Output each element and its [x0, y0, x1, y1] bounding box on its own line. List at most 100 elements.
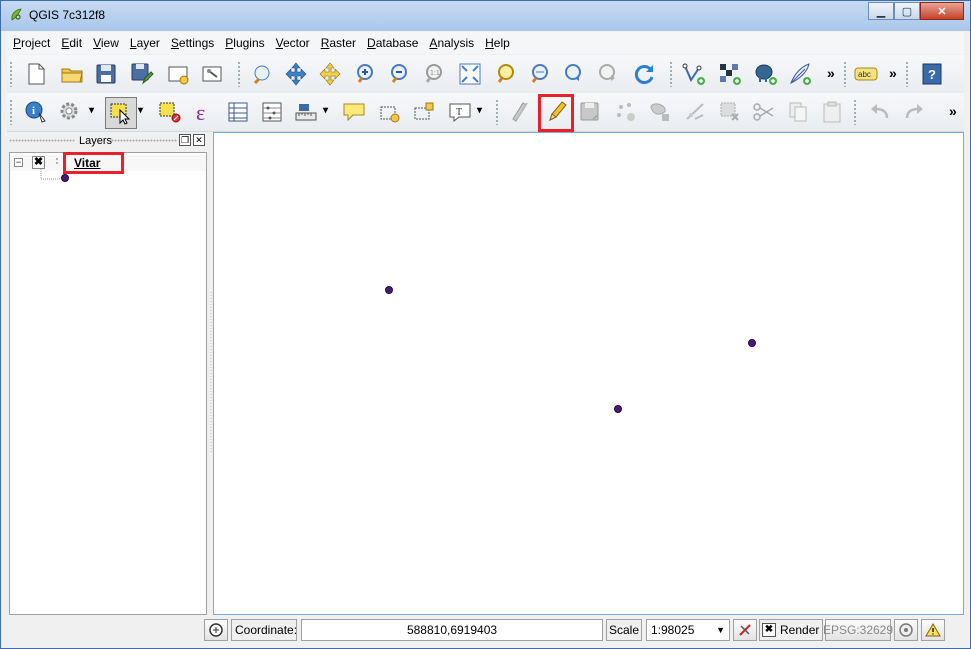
chevron-down-icon[interactable]: ▾	[89, 105, 94, 116]
run-feature-action-button[interactable]	[55, 97, 85, 127]
zoom-next-button[interactable]	[593, 59, 623, 89]
panel-grip[interactable]	[9, 139, 75, 142]
paste-features-button[interactable]	[817, 97, 847, 127]
window-controls: ▁ ▢ ✕	[868, 2, 964, 20]
new-project-button[interactable]	[21, 59, 51, 89]
menu-view[interactable]: View	[88, 36, 124, 50]
menu-edit[interactable]: Edit	[56, 36, 87, 50]
toggle-extents-button[interactable]	[204, 619, 228, 641]
move-feature-button[interactable]	[645, 97, 675, 127]
minimize-button[interactable]: ▁	[868, 2, 894, 20]
menu-help[interactable]: Help	[480, 36, 515, 50]
text-annotation-button[interactable]: T	[445, 97, 475, 127]
toolbar-overflow-chevron[interactable]: »	[889, 65, 897, 81]
menu-layer[interactable]: Layer	[125, 36, 165, 50]
add-vector-layer-button[interactable]	[679, 59, 709, 89]
open-attribute-table-button[interactable]	[223, 97, 253, 127]
pan-map-button[interactable]	[247, 59, 277, 89]
toolbar-grip[interactable]	[669, 61, 673, 87]
toolbar-grip[interactable]	[9, 61, 13, 87]
map-point-feature[interactable]	[747, 339, 756, 348]
menu-database[interactable]: Database	[362, 36, 423, 50]
node-tool-button[interactable]	[681, 97, 711, 127]
copy-features-button[interactable]	[783, 97, 813, 127]
map-point-feature[interactable]	[384, 286, 393, 295]
zoom-to-layer-button[interactable]	[525, 59, 555, 89]
select-by-expression-button[interactable]: ε	[189, 97, 219, 127]
coordinate-field[interactable]: 588810,6919403	[301, 619, 603, 641]
add-raster-layer-button[interactable]	[715, 59, 745, 89]
composer-manager-button[interactable]	[197, 59, 227, 89]
toolbar-grip[interactable]	[495, 99, 499, 125]
save-project-button[interactable]	[91, 59, 121, 89]
pan-map-to-selection-button[interactable]	[315, 59, 345, 89]
add-postgis-layer-button[interactable]	[751, 59, 781, 89]
chevron-down-icon[interactable]: ▼	[716, 625, 725, 635]
pan-to-selection-button[interactable]	[281, 59, 311, 89]
map-tips-button[interactable]	[339, 97, 369, 127]
collapse-toggle[interactable]: −	[14, 158, 23, 167]
toolbar-overflow-chevron[interactable]: »	[827, 65, 835, 81]
float-panel-button[interactable]: ❐	[179, 134, 191, 146]
cut-features-button[interactable]	[749, 97, 779, 127]
undo-button[interactable]	[865, 97, 895, 127]
qgis-logo-icon	[11, 8, 22, 21]
toolbar-grip[interactable]	[905, 61, 909, 87]
redo-button[interactable]	[899, 97, 929, 127]
save-layer-edits-button[interactable]	[575, 97, 605, 127]
maximize-button[interactable]: ▢	[894, 2, 920, 20]
render-toggle[interactable]: ✖ Render	[759, 619, 823, 641]
chevron-down-icon[interactable]: ▾	[138, 105, 143, 116]
identify-features-button[interactable]: i	[21, 97, 51, 127]
layer-visibility-checkbox[interactable]: ✖	[32, 156, 45, 169]
add-spatialite-layer-button[interactable]	[785, 59, 815, 89]
messages-button[interactable]	[921, 619, 945, 641]
map-point-feature[interactable]	[613, 405, 622, 414]
close-window-button[interactable]: ✕	[920, 2, 964, 20]
label-tool-button[interactable]: abc	[851, 59, 881, 89]
toolbar-grip[interactable]	[237, 61, 241, 87]
rotation-lock-button[interactable]	[733, 619, 757, 641]
menu-raster[interactable]: Raster	[316, 36, 361, 50]
layers-tree[interactable]: − ✖ Vitar	[9, 152, 207, 615]
render-checkbox[interactable]: ✖	[762, 623, 776, 637]
close-panel-button[interactable]: ✕	[193, 134, 205, 146]
toolbar-grip[interactable]	[9, 99, 13, 125]
new-bookmark-button[interactable]	[375, 97, 405, 127]
open-project-button[interactable]	[57, 59, 87, 89]
scale-combobox[interactable]: 1:98025 ▼	[646, 619, 730, 641]
new-print-composer-button[interactable]	[163, 59, 193, 89]
toolbar-grip[interactable]	[843, 61, 847, 87]
add-feature-button[interactable]	[611, 97, 641, 127]
help-button[interactable]: ?	[917, 59, 947, 89]
show-bookmarks-button[interactable]	[409, 97, 439, 127]
text-annotation-icon: T	[449, 103, 471, 123]
select-features-button[interactable]	[105, 97, 137, 129]
menu-project[interactable]: Project	[8, 36, 55, 50]
panel-grip[interactable]	[111, 139, 177, 142]
current-edits-button[interactable]	[505, 97, 535, 127]
toolbar-overflow-chevron[interactable]: »	[949, 103, 957, 119]
chevron-down-icon[interactable]: ▾	[477, 105, 482, 116]
crs-button[interactable]: EPSG:32629	[823, 619, 893, 641]
chevron-down-icon[interactable]: ▾	[323, 105, 328, 116]
zoom-last-button[interactable]	[559, 59, 589, 89]
map-canvas[interactable]	[213, 132, 964, 615]
menu-plugins[interactable]: Plugins	[220, 36, 269, 50]
zoom-out-button[interactable]	[385, 59, 415, 89]
menu-vector[interactable]: Vector	[271, 36, 315, 50]
menu-settings[interactable]: Settings	[166, 36, 219, 50]
delete-selected-button[interactable]	[715, 97, 745, 127]
zoom-in-button[interactable]	[351, 59, 381, 89]
field-calculator-button[interactable]	[257, 97, 287, 127]
zoom-full-button[interactable]	[455, 59, 485, 89]
menu-analysis[interactable]: Analysis	[424, 36, 479, 50]
crs-status-button[interactable]	[894, 619, 918, 641]
zoom-to-selection-button[interactable]	[491, 59, 521, 89]
deselect-all-button[interactable]	[155, 97, 185, 127]
save-as-button[interactable]	[127, 59, 157, 89]
zoom-actual-size-button[interactable]: 1:1	[419, 59, 449, 89]
measure-line-button[interactable]	[291, 97, 321, 127]
refresh-button[interactable]	[629, 59, 659, 89]
toolbar-grip[interactable]	[853, 99, 857, 125]
